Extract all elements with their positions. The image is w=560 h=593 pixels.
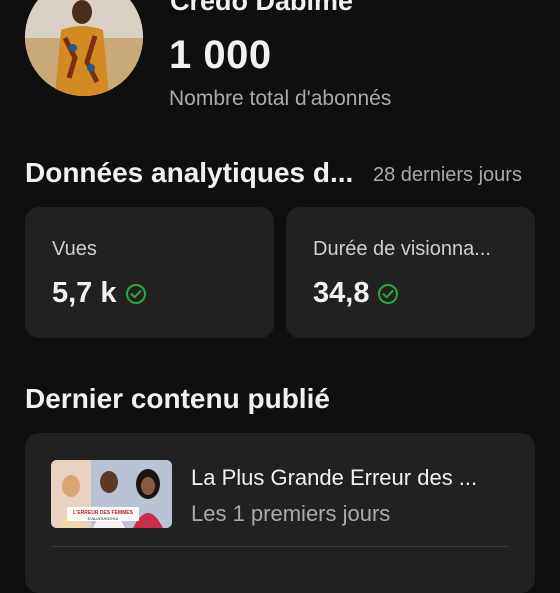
views-value: 5,7 k bbox=[52, 277, 117, 309]
avatar-photo bbox=[25, 0, 143, 96]
video-thumbnail[interactable]: L'ERREUR DES FEMMES D'AUJOURD'HUI bbox=[51, 460, 172, 528]
latest-content-title: Dernier contenu publié bbox=[25, 383, 330, 414]
analytics-title: Données analytiques d... bbox=[25, 157, 354, 188]
watch-time-value: 34,8 bbox=[313, 277, 370, 309]
watch-time-value-row: 34,8 bbox=[313, 277, 399, 310]
divider bbox=[51, 546, 509, 547]
svg-text:D'AUJOURD'HUI: D'AUJOURD'HUI bbox=[88, 516, 119, 521]
video-subtitle: Les 1 premiers jours bbox=[191, 501, 391, 526]
subscriber-count: 1 000 bbox=[169, 33, 272, 77]
views-value-row: 5,7 k bbox=[52, 277, 147, 310]
thumbnail-image: L'ERREUR DES FEMMES D'AUJOURD'HUI bbox=[51, 460, 172, 528]
video-title[interactable]: La Plus Grande Erreur des ... bbox=[191, 465, 511, 491]
check-circle-icon bbox=[125, 283, 146, 304]
views-card[interactable]: Vues 5,7 k bbox=[25, 207, 274, 338]
analytics-period: 28 derniers jours bbox=[373, 164, 522, 186]
subscriber-label: Nombre total d'abonnés bbox=[169, 87, 392, 110]
latest-video-card[interactable]: L'ERREUR DES FEMMES D'AUJOURD'HUI La Plu… bbox=[25, 433, 535, 593]
check-circle-icon bbox=[378, 283, 399, 304]
watch-time-card[interactable]: Durée de visionna... 34,8 bbox=[286, 207, 535, 338]
channel-avatar bbox=[25, 0, 143, 96]
watch-time-label: Durée de visionna... bbox=[313, 238, 491, 260]
views-label: Vues bbox=[52, 238, 97, 260]
channel-name: Credo Dabime bbox=[170, 0, 354, 16]
